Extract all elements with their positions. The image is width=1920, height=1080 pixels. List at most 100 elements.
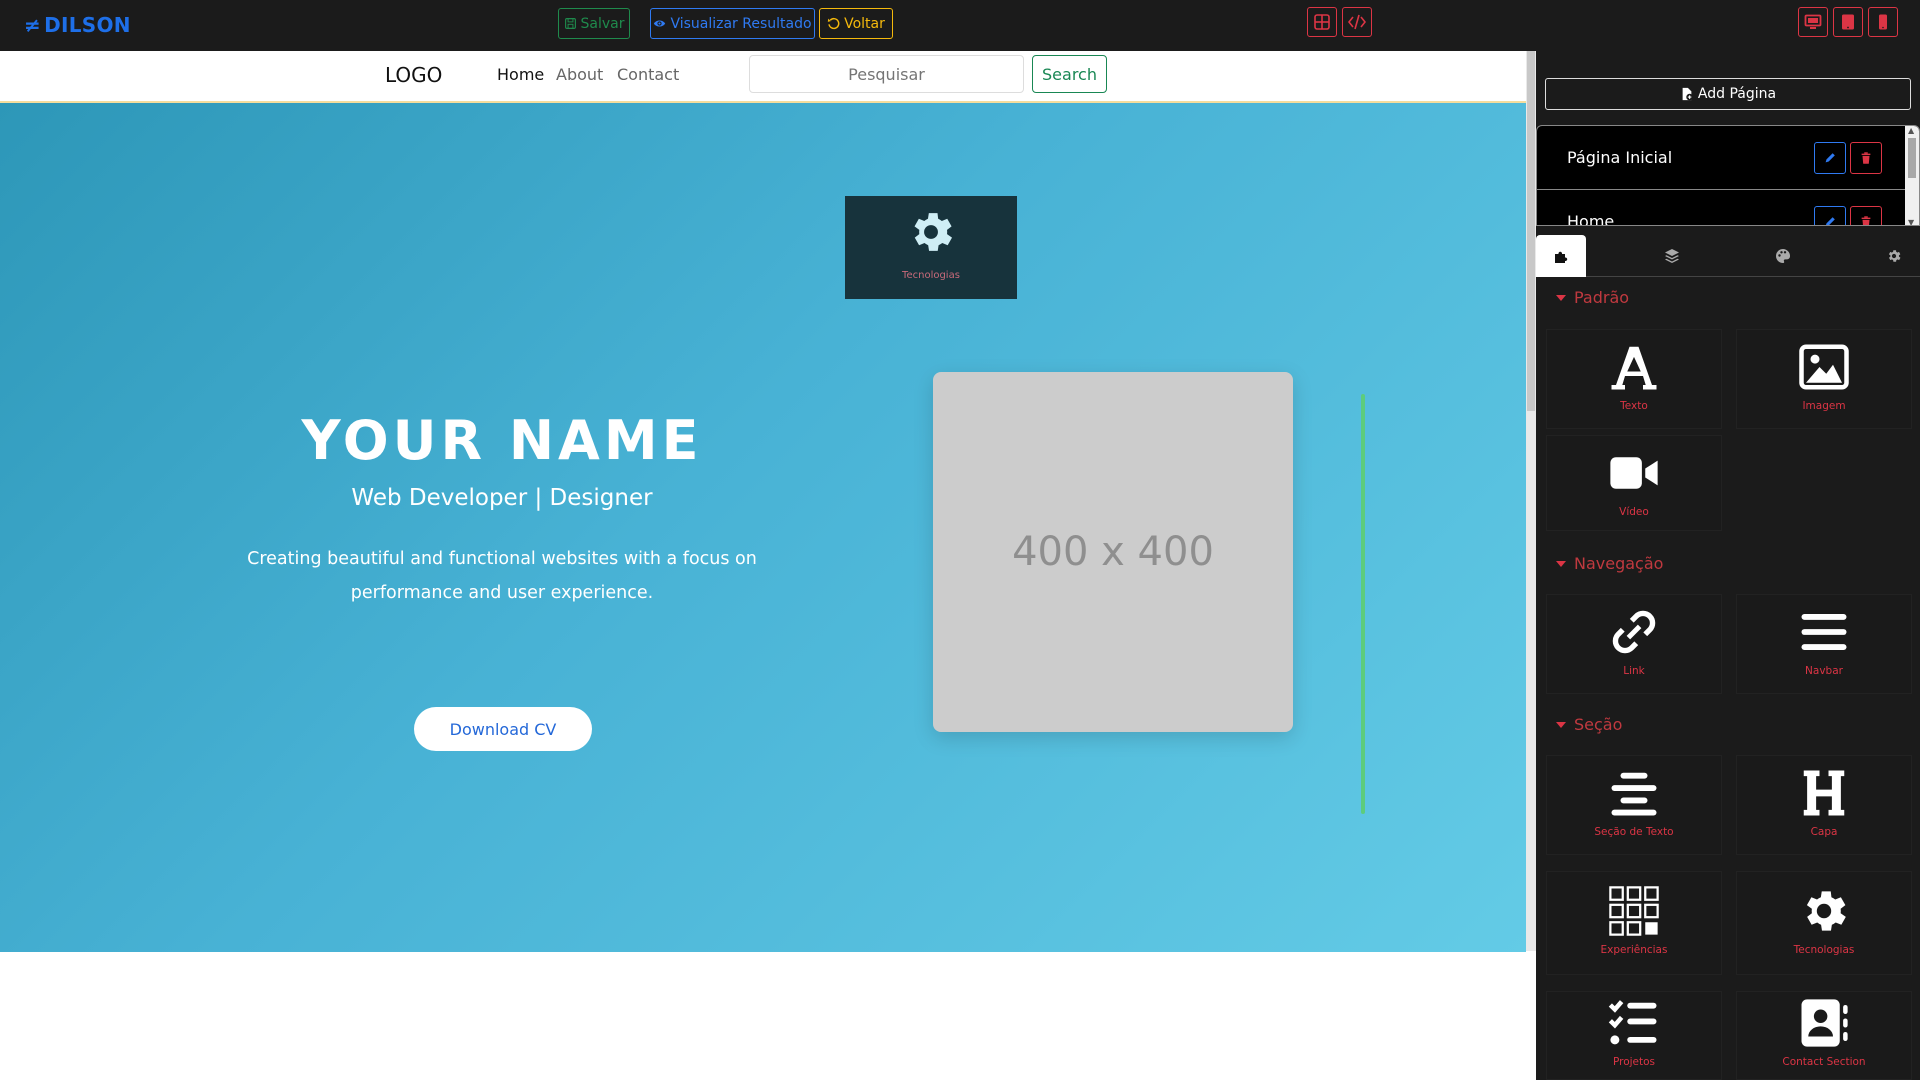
block-label: Experiências (1600, 944, 1668, 956)
trash-icon (1861, 216, 1871, 225)
nav-link-home[interactable]: Home (497, 65, 544, 84)
hero-section[interactable]: Tecnologias YOUR NAME Web Developer | De… (0, 103, 1526, 952)
scroll-down-arrow[interactable]: ▼ (1908, 218, 1914, 225)
grid-squares-icon (1609, 886, 1659, 936)
section-header-padrao[interactable]: Padrão (1556, 288, 1629, 307)
block-label: Capa (1810, 826, 1838, 838)
tech-block-dragging[interactable]: Tecnologias (845, 196, 1017, 299)
link-icon (1612, 610, 1656, 654)
page-name: Página Inicial (1567, 148, 1673, 167)
page-item[interactable]: Home (1537, 190, 1919, 225)
hero-image-placeholder[interactable]: 400 x 400 (933, 372, 1293, 732)
block-link[interactable]: Link (1546, 594, 1722, 694)
block-text-section[interactable]: Seção de Texto (1546, 755, 1722, 855)
block-technologies[interactable]: Tecnologias (1736, 871, 1912, 975)
block-label: Seção de Texto (1594, 826, 1674, 838)
not-equal-icon: ≠ (24, 13, 42, 37)
code-icon (1348, 14, 1366, 30)
canvas-scrollbar[interactable] (1526, 51, 1536, 951)
heading-icon (1803, 770, 1845, 816)
navbar-search-input[interactable] (749, 55, 1024, 93)
hero-description[interactable]: Creating beautiful and functional websit… (230, 542, 774, 610)
block-cover[interactable]: Capa (1736, 755, 1912, 855)
block-label: Vídeo (1619, 506, 1649, 518)
delete-page-button[interactable] (1850, 206, 1882, 225)
pencil-icon (1826, 217, 1835, 225)
block-contact-section[interactable]: Contact Section (1736, 991, 1912, 1080)
tablet-view-button[interactable] (1833, 7, 1863, 37)
tab-components[interactable] (1536, 235, 1586, 277)
mobile-view-button[interactable] (1868, 7, 1898, 37)
panel-tabs (1536, 235, 1920, 277)
editor-canvas[interactable]: LOGO Home About Contact Search Tecnologi… (0, 51, 1526, 1080)
pencil-icon (1825, 153, 1835, 163)
page-list-scrollbar-thumb[interactable] (1908, 138, 1916, 178)
navbar-logo[interactable]: LOGO (385, 63, 442, 87)
scroll-up-arrow[interactable]: ▲ (1908, 126, 1914, 135)
page-list[interactable]: Página Inicial Home ▲ ▼ (1536, 125, 1920, 226)
edit-page-button[interactable] (1814, 206, 1846, 225)
preview-navbar[interactable]: LOGO Home About Contact Search (0, 51, 1526, 103)
add-page-button[interactable]: Add Página (1545, 78, 1911, 110)
preview-label: Visualizar Resultado (670, 15, 812, 32)
hero-subtitle[interactable]: Web Developer | Designer (200, 485, 804, 511)
block-video[interactable]: Vídeo (1546, 435, 1722, 531)
layout-grid-icon (1314, 14, 1330, 30)
mobile-icon (1879, 14, 1887, 30)
tab-settings[interactable] (1869, 235, 1919, 277)
block-label: Navbar (1805, 665, 1843, 677)
tablet-icon (1842, 14, 1854, 30)
tech-block-label: Tecnologias (902, 270, 960, 281)
tab-styles[interactable] (1758, 235, 1808, 277)
layout-grid-button[interactable] (1307, 7, 1337, 37)
section-title: Seção (1574, 715, 1623, 734)
nav-link-contact[interactable]: Contact (617, 65, 679, 84)
delete-page-button[interactable] (1850, 142, 1882, 174)
brand-logo[interactable]: ≠ DILSON (24, 13, 131, 37)
block-label: Texto (1620, 400, 1648, 412)
align-center-icon (1611, 772, 1657, 816)
hero-title[interactable]: YOUR NAME (200, 409, 804, 472)
section-title: Padrão (1574, 288, 1630, 307)
block-experiences[interactable]: Experiências (1546, 871, 1722, 975)
trash-icon (1861, 152, 1871, 164)
section-header-secao[interactable]: Seção (1556, 715, 1622, 734)
image-icon (1799, 344, 1849, 390)
block-image[interactable]: Imagem (1736, 329, 1912, 429)
page-item[interactable]: Página Inicial (1537, 126, 1919, 190)
section-header-navegacao[interactable]: Navegação (1556, 554, 1663, 573)
navbar-search-button[interactable]: Search (1032, 55, 1107, 93)
download-cv-button[interactable]: Download CV (414, 707, 592, 751)
gear-icon (1806, 891, 1846, 931)
preview-button[interactable]: Visualizar Resultado (650, 8, 815, 39)
desktop-icon (1804, 14, 1822, 29)
canvas-scrollbar-thumb[interactable] (1527, 51, 1535, 411)
top-toolbar: ≠ DILSON Salvar Visualizar Resultado Volt… (0, 0, 1920, 51)
caret-down-icon (1556, 721, 1566, 728)
edit-page-button[interactable] (1814, 142, 1846, 174)
nav-link-about[interactable]: About (556, 65, 603, 84)
block-label: Link (1623, 665, 1645, 677)
caret-down-icon (1556, 294, 1566, 301)
hamburger-menu-icon (1801, 614, 1847, 650)
page-list-scrollbar[interactable]: ▲ ▼ (1905, 126, 1919, 225)
section-title: Navegação (1574, 554, 1664, 573)
brand-name: DILSON (44, 13, 131, 37)
code-button[interactable] (1342, 7, 1372, 37)
block-label: Imagem (1802, 400, 1846, 412)
block-projects[interactable]: Projetos (1546, 991, 1722, 1080)
desktop-view-button[interactable] (1798, 7, 1828, 37)
save-button[interactable]: Salvar (558, 8, 630, 39)
add-page-label: Add Página (1697, 86, 1777, 102)
palette-icon (1776, 248, 1791, 263)
block-navbar[interactable]: Navbar (1736, 594, 1912, 694)
drop-indicator (1361, 394, 1365, 814)
back-button[interactable]: Voltar (819, 8, 893, 39)
video-camera-icon (1610, 457, 1658, 489)
floppy-icon (564, 18, 576, 29)
block-label: Contact Section (1782, 1056, 1866, 1068)
address-book-icon (1801, 999, 1848, 1047)
back-label: Voltar (844, 15, 885, 32)
tab-layers[interactable] (1647, 235, 1697, 277)
block-text[interactable]: Texto (1546, 329, 1722, 429)
